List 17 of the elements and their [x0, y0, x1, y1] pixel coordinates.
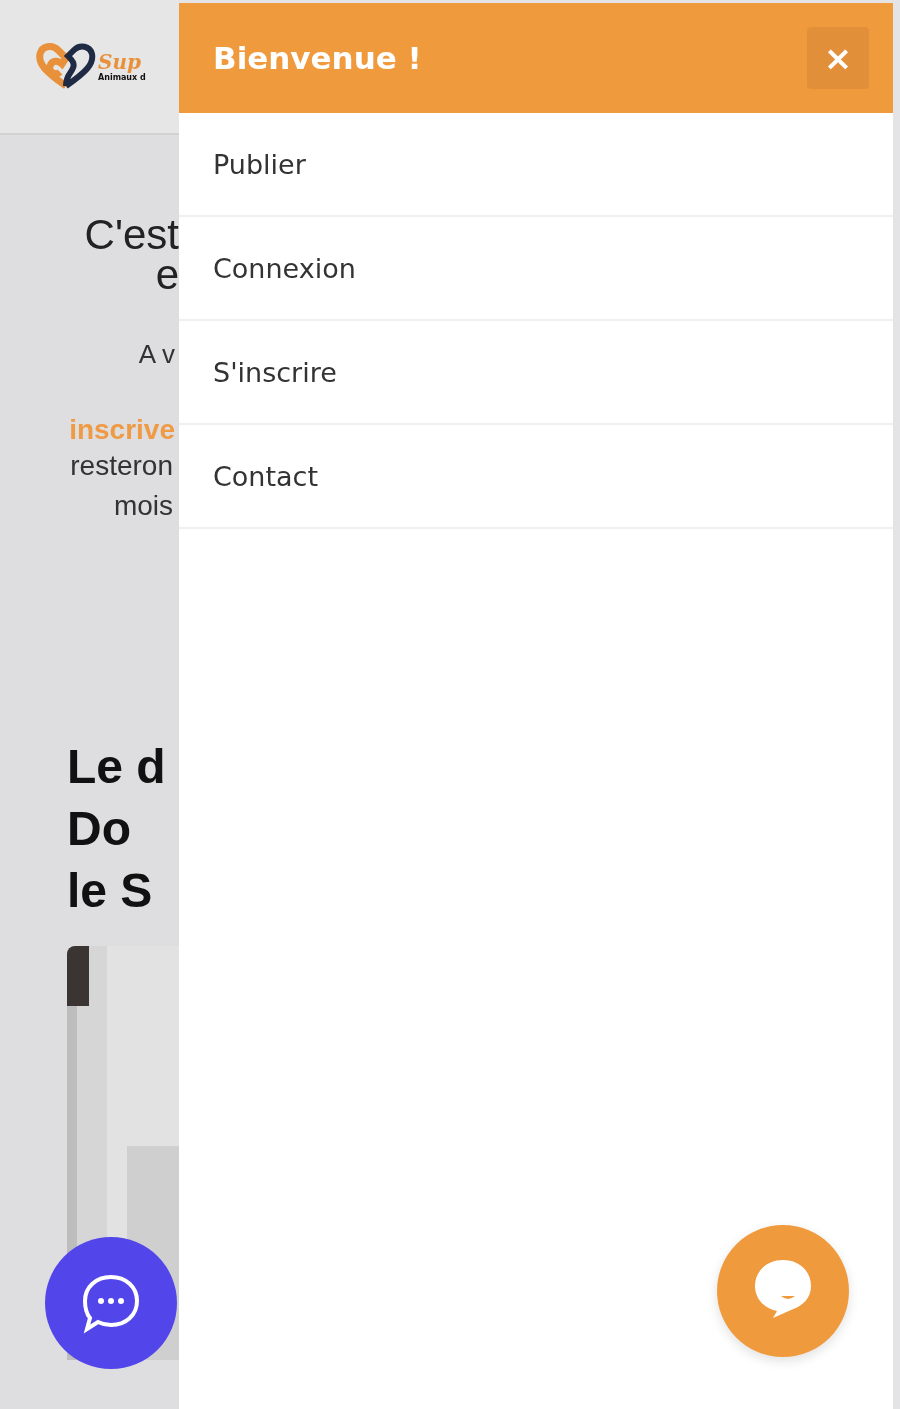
intro-heading: C'est: [84, 215, 179, 255]
intro-text: mois: [113, 489, 173, 523]
intro-text: resteron: [70, 449, 173, 483]
drawer-title: Bienvenue !: [213, 40, 422, 76]
menu-item[interactable]: Publier: [179, 113, 893, 217]
heart-logo-icon: [36, 41, 96, 92]
menu-item[interactable]: S'inscrire: [179, 321, 893, 425]
menu-item[interactable]: Connexion: [179, 217, 893, 321]
logo-name: Sup: [98, 51, 141, 73]
section-heading: Do: [67, 801, 132, 857]
menu-item[interactable]: Contact: [179, 425, 893, 529]
logo-tagline: Animaux d: [98, 73, 146, 82]
section-heading: le S: [67, 863, 154, 919]
intro-heading: e: [155, 255, 179, 295]
intro-text: A v: [138, 339, 175, 370]
section-heading: Le d: [67, 739, 167, 795]
highlight-text: inscrive: [69, 414, 175, 446]
